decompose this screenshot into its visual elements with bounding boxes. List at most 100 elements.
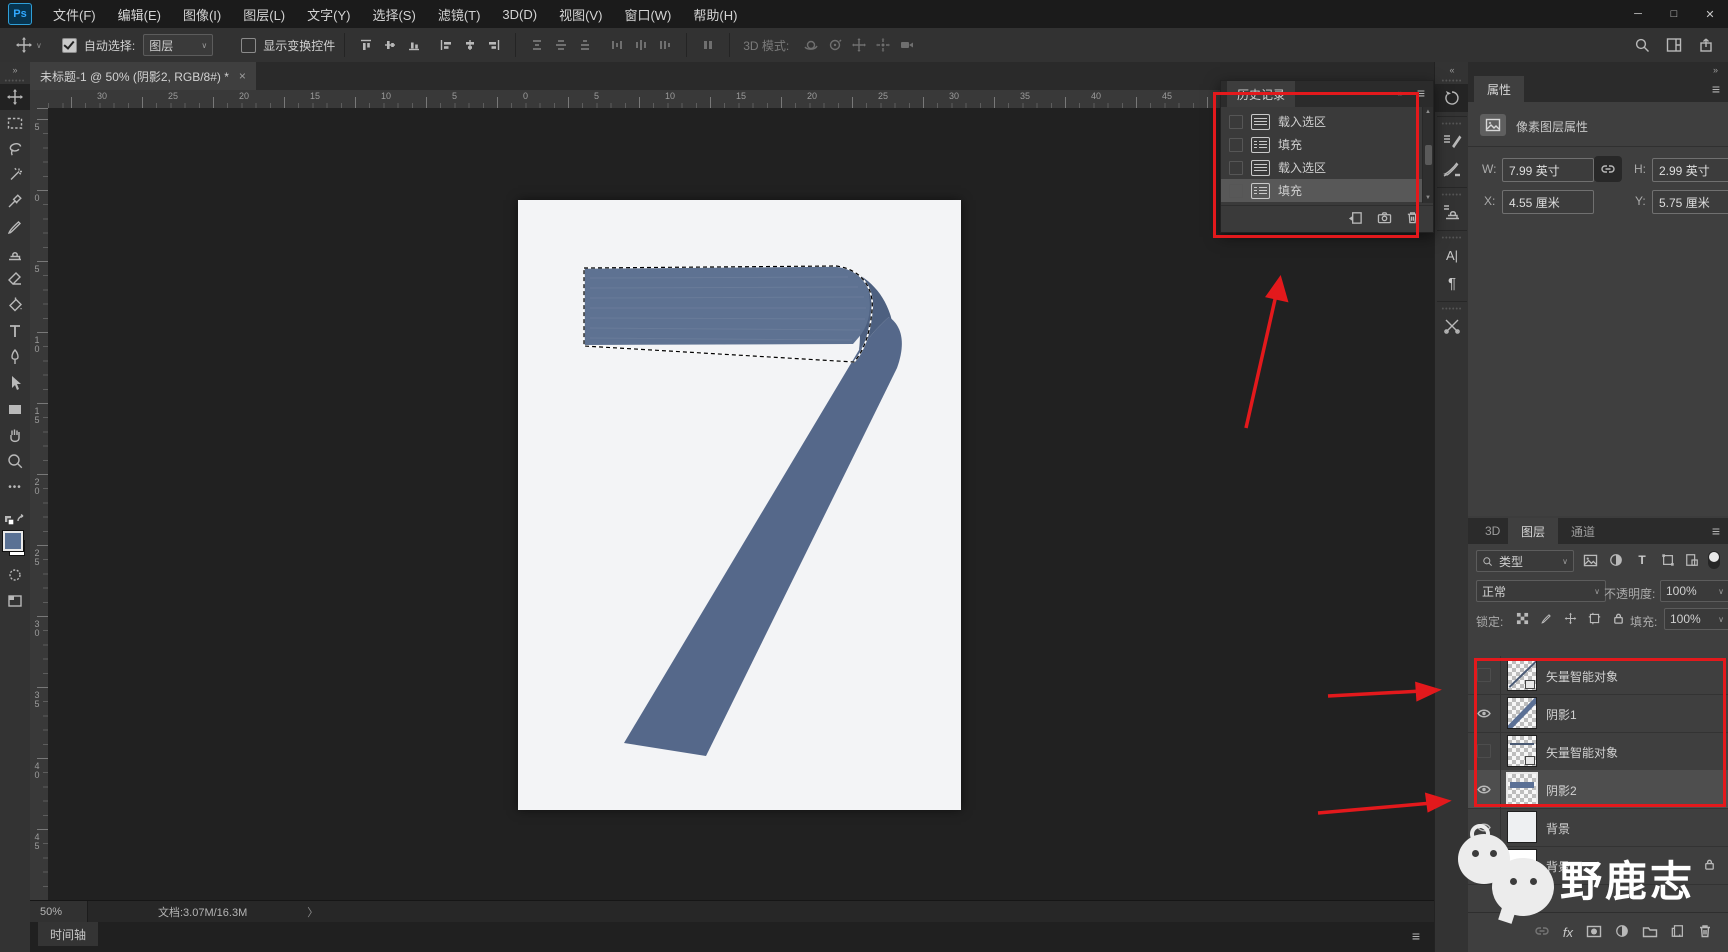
quick-selection-tool[interactable] xyxy=(0,162,30,188)
tab-close-icon[interactable]: × xyxy=(239,69,246,83)
layer-thumbnail[interactable] xyxy=(1508,698,1536,728)
lock-artboard-icon[interactable] xyxy=(1582,606,1606,630)
3d-slide-icon[interactable] xyxy=(871,33,895,57)
properties-menu-icon[interactable]: ≡ xyxy=(1712,81,1720,97)
character-panel-icon[interactable]: A| xyxy=(1435,241,1469,269)
filter-shape-layers-icon[interactable] xyxy=(1656,548,1680,572)
distribute-vcenter-icon[interactable] xyxy=(549,33,573,57)
distribute-spacing-icon[interactable] xyxy=(696,33,720,57)
history-menu-icon[interactable]: ≡ xyxy=(1417,85,1425,101)
visibility-toggle[interactable] xyxy=(1468,694,1501,732)
menu-3d[interactable]: 3D(D) xyxy=(491,0,548,28)
show-transform-checkbox[interactable] xyxy=(241,38,256,53)
share-icon[interactable] xyxy=(1694,33,1718,57)
distribute-top-icon[interactable] xyxy=(525,33,549,57)
auto-select-checkbox[interactable] xyxy=(62,38,77,53)
minimize-button[interactable]: ─ xyxy=(1620,1,1656,28)
menu-help[interactable]: 帮助(H) xyxy=(682,0,748,28)
menu-layer[interactable]: 图层(L) xyxy=(232,0,296,28)
document-canvas[interactable] xyxy=(518,200,961,810)
timeline-tab[interactable]: 时间轴 xyxy=(38,922,98,946)
timeline-menu-icon[interactable]: ≡ xyxy=(1412,928,1420,944)
3d-camera-icon[interactable] xyxy=(895,33,919,57)
tab-channels[interactable]: 通道 xyxy=(1558,518,1608,544)
history-tab[interactable]: 历史记录 xyxy=(1227,81,1295,107)
toolbar-collapse-icon[interactable]: » xyxy=(0,62,30,78)
paragraph-panel-icon[interactable]: ¶ xyxy=(1435,269,1469,297)
delete-state-icon[interactable] xyxy=(1406,211,1419,227)
menu-edit[interactable]: 编辑(E) xyxy=(107,0,172,28)
dock-expand-icon[interactable]: « xyxy=(1435,62,1469,78)
status-expand-icon[interactable]: 〉 xyxy=(307,904,318,920)
menu-image[interactable]: 图像(I) xyxy=(172,0,232,28)
quick-mask-icon[interactable] xyxy=(0,562,30,588)
fill-dropdown[interactable]: 100%∨ xyxy=(1664,608,1728,630)
new-document-from-state-icon[interactable] xyxy=(1348,210,1363,228)
layer-thumbnail[interactable] xyxy=(1508,774,1536,804)
layer-filter-dropdown[interactable]: 类型∨ xyxy=(1476,550,1574,572)
align-right-icon[interactable] xyxy=(482,33,506,57)
lock-position-icon[interactable] xyxy=(1558,606,1582,630)
foreground-color-swatch[interactable] xyxy=(3,531,23,551)
link-dimensions-icon[interactable] xyxy=(1594,156,1622,182)
history-panel-header[interactable]: 历史记录 » ≡ xyxy=(1221,81,1433,107)
history-source-checkbox[interactable] xyxy=(1229,161,1243,175)
scroll-up-icon[interactable]: ▲ xyxy=(1425,109,1431,115)
x-field[interactable]: 4.55 厘米 xyxy=(1502,190,1594,214)
lasso-tool[interactable] xyxy=(0,136,30,162)
eyedropper-tool[interactable] xyxy=(0,188,30,214)
layer-thumbnail[interactable] xyxy=(1508,736,1536,766)
zoom-tool[interactable] xyxy=(0,448,30,474)
distribute-left-icon[interactable] xyxy=(605,33,629,57)
lock-pixels-icon[interactable] xyxy=(1534,606,1558,630)
menu-filter[interactable]: 滤镜(T) xyxy=(427,0,492,28)
layers-menu-icon[interactable]: ≡ xyxy=(1712,523,1720,539)
menu-view[interactable]: 视图(V) xyxy=(548,0,613,28)
history-source-checkbox[interactable] xyxy=(1229,184,1243,198)
y-field[interactable]: 5.75 厘米 xyxy=(1652,190,1728,214)
more-tools-icon[interactable]: ••• xyxy=(0,474,30,500)
path-select-tool[interactable] xyxy=(0,370,30,396)
clone-stamp-tool[interactable] xyxy=(0,240,30,266)
menu-select[interactable]: 选择(S) xyxy=(361,0,426,28)
layer-row-vector-smart-object-2[interactable]: 矢量智能对象 xyxy=(1468,732,1728,771)
history-item-load-selection-2[interactable]: 载入选区 xyxy=(1221,156,1433,179)
auto-select-target-dropdown[interactable]: 图层∨ xyxy=(143,34,213,56)
layer-row-vector-smart-object-1[interactable]: 矢量智能对象 xyxy=(1468,656,1728,695)
new-adjustment-layer-icon[interactable] xyxy=(1615,924,1629,941)
close-button[interactable]: ✕ xyxy=(1692,1,1728,28)
3d-roll-icon[interactable] xyxy=(823,33,847,57)
brush-tool[interactable] xyxy=(0,214,30,240)
menu-type[interactable]: 文字(Y) xyxy=(296,0,361,28)
history-collapse-icon[interactable]: » xyxy=(1398,88,1403,98)
tab-properties[interactable]: 属性 xyxy=(1474,76,1524,102)
align-bottom-icon[interactable] xyxy=(402,33,426,57)
new-layer-icon[interactable] xyxy=(1671,924,1685,941)
scroll-down-icon[interactable]: ▼ xyxy=(1425,195,1431,201)
layer-thumbnail[interactable] xyxy=(1508,660,1536,690)
tool-preset-chevron-icon[interactable]: ∨ xyxy=(36,41,42,50)
search-icon[interactable] xyxy=(1630,33,1654,57)
workspace-switcher-icon[interactable] xyxy=(1662,33,1686,57)
align-hcenter-icon[interactable] xyxy=(458,33,482,57)
align-vcenter-icon[interactable] xyxy=(378,33,402,57)
align-left-icon[interactable] xyxy=(434,33,458,57)
eraser-tool[interactable] xyxy=(0,266,30,292)
new-group-icon[interactable] xyxy=(1642,925,1658,941)
filter-adjustment-layers-icon[interactable] xyxy=(1604,548,1628,572)
3d-orbit-icon[interactable] xyxy=(799,33,823,57)
brush-settings-panel-icon[interactable] xyxy=(1435,127,1469,155)
link-layers-icon[interactable] xyxy=(1534,925,1550,940)
distribute-hcenter-icon[interactable] xyxy=(629,33,653,57)
layer-thumbnail[interactable] xyxy=(1508,812,1536,842)
width-field[interactable]: 7.99 英寸 xyxy=(1502,158,1594,182)
visibility-toggle[interactable] xyxy=(1468,770,1501,808)
history-panel-icon[interactable] xyxy=(1435,84,1469,112)
history-source-checkbox[interactable] xyxy=(1229,138,1243,152)
height-field[interactable]: 2.99 英寸 xyxy=(1652,158,1728,182)
layer-thumbnail[interactable] xyxy=(1508,850,1536,880)
pen-tool[interactable] xyxy=(0,344,30,370)
menu-file[interactable]: 文件(F) xyxy=(42,0,107,28)
history-item-load-selection-1[interactable]: 载入选区 xyxy=(1221,110,1433,133)
delete-layer-icon[interactable] xyxy=(1698,924,1712,941)
